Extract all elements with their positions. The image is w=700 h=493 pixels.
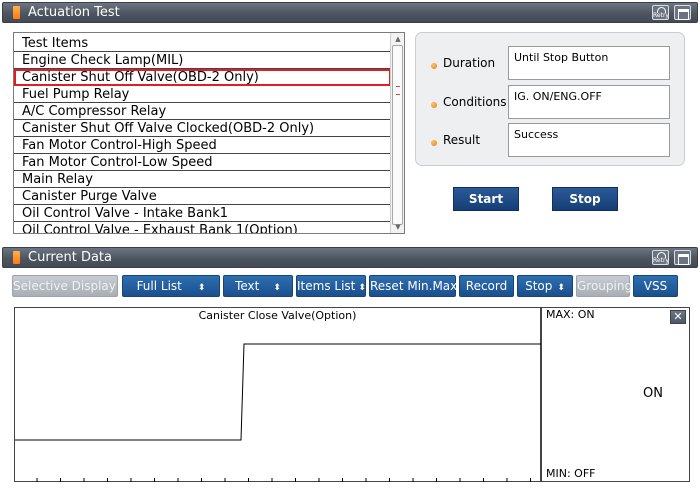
spinner-icon: ⬍ (197, 283, 206, 293)
test-items-list[interactable]: Test Items Engine Check Lamp(MIL) Caniste… (13, 32, 405, 234)
spinner-icon: ⬍ (358, 283, 366, 293)
grouping-button[interactable]: Grouping (576, 275, 632, 297)
stop-button[interactable]: Stop (552, 187, 618, 211)
min-label: MIN: OFF (546, 467, 596, 480)
maximize-icon[interactable] (674, 250, 691, 265)
stop-select-button[interactable]: Stop ⬍ (517, 275, 573, 297)
list-scrollbar[interactable]: ▲ ▼ (390, 33, 404, 233)
actuation-test-title: Actuation Test (28, 5, 120, 20)
items-list-label: Items List (297, 279, 356, 293)
actuation-test-titlebar: Actuation Test Retry (2, 2, 698, 23)
record-button[interactable]: Record (459, 275, 514, 297)
vss-button[interactable]: VSS (633, 275, 678, 297)
test-item[interactable]: Fuel Pump Relay (14, 86, 391, 103)
current-data-title: Current Data (28, 250, 112, 265)
current-data-titlebar: Current Data Retry (2, 247, 698, 268)
scroll-down-icon[interactable]: ▼ (393, 222, 403, 232)
current-data-panel: Selective Display⬍ Full List⬍ Text⬍ Item… (2, 268, 698, 491)
window-icon (13, 6, 20, 19)
window-icon (13, 251, 20, 264)
start-button[interactable]: Start (453, 187, 519, 211)
spinner-icon: ⬍ (557, 283, 565, 293)
text-button[interactable]: Text ⬍ (223, 275, 293, 297)
scroll-thumb[interactable] (392, 45, 403, 225)
current-value: ON (643, 386, 663, 401)
duration-value: Until Stop Button (508, 46, 670, 80)
test-item[interactable]: Engine Check Lamp(MIL) (14, 52, 391, 69)
duration-row: Duration Until Stop Button (416, 46, 684, 80)
test-item[interactable]: Canister Shut Off Valve(OBD-2 Only) (14, 69, 391, 86)
bullet-icon (431, 102, 437, 108)
graph-plot (15, 343, 542, 482)
graph-area: Canister Close Valve(Option) (14, 307, 542, 482)
result-label: Result (443, 133, 481, 147)
selective-display-label: Selective Display (13, 279, 116, 293)
conditions-label: Conditions (443, 95, 507, 109)
test-item[interactable]: Fan Motor Control-Low Speed (14, 154, 391, 171)
text-label: Text (235, 279, 260, 293)
test-item[interactable]: Oil Control Valve - Intake Bank1 (14, 205, 391, 222)
scroll-up-icon[interactable]: ▲ (393, 34, 403, 44)
items-list-button[interactable]: Items List ⬍ (296, 275, 366, 297)
test-item[interactable]: Main Relay (14, 171, 391, 188)
bullet-icon (431, 63, 437, 69)
full-list-button[interactable]: Full List ⬍ (122, 275, 220, 297)
test-info-box: Duration Until Stop Button Conditions IG… (415, 32, 685, 166)
reset-min-max-button[interactable]: Reset Min.Max (369, 275, 457, 297)
duration-label: Duration (443, 56, 496, 70)
test-item[interactable]: Canister Purge Valve (14, 188, 391, 205)
stop-select-label: Stop (525, 279, 553, 293)
spinner-icon: ⬍ (273, 283, 281, 293)
result-value: Success (508, 123, 670, 157)
conditions-row: Conditions IG. ON/ENG.OFF (416, 85, 684, 119)
bullet-icon (431, 140, 437, 146)
test-item[interactable]: Fan Motor Control-High Speed (14, 137, 391, 154)
test-items-header: Test Items (14, 35, 391, 52)
selective-display-button[interactable]: Selective Display⬍ (12, 275, 129, 297)
maximize-icon[interactable] (674, 5, 691, 20)
max-label: MAX: ON (546, 308, 595, 321)
signal-line (15, 343, 542, 441)
test-item[interactable]: A/C Compressor Relay (14, 103, 391, 120)
value-panel: MAX: ON ✕ ON MIN: OFF (541, 307, 690, 482)
retry-icon[interactable]: Retry (652, 5, 669, 20)
result-row: Result Success (416, 123, 684, 157)
close-icon[interactable]: ✕ (670, 310, 686, 324)
test-item[interactable]: Oil Control Valve - Exhaust Bank 1(Optio… (14, 222, 391, 233)
conditions-value: IG. ON/ENG.OFF (508, 85, 670, 119)
actuation-test-panel: Test Items Engine Check Lamp(MIL) Caniste… (2, 24, 698, 241)
retry-icon[interactable]: Retry (652, 250, 669, 265)
full-list-label: Full List (136, 279, 182, 293)
test-item[interactable]: Canister Shut Off Valve Clocked(OBD-2 On… (14, 120, 391, 137)
